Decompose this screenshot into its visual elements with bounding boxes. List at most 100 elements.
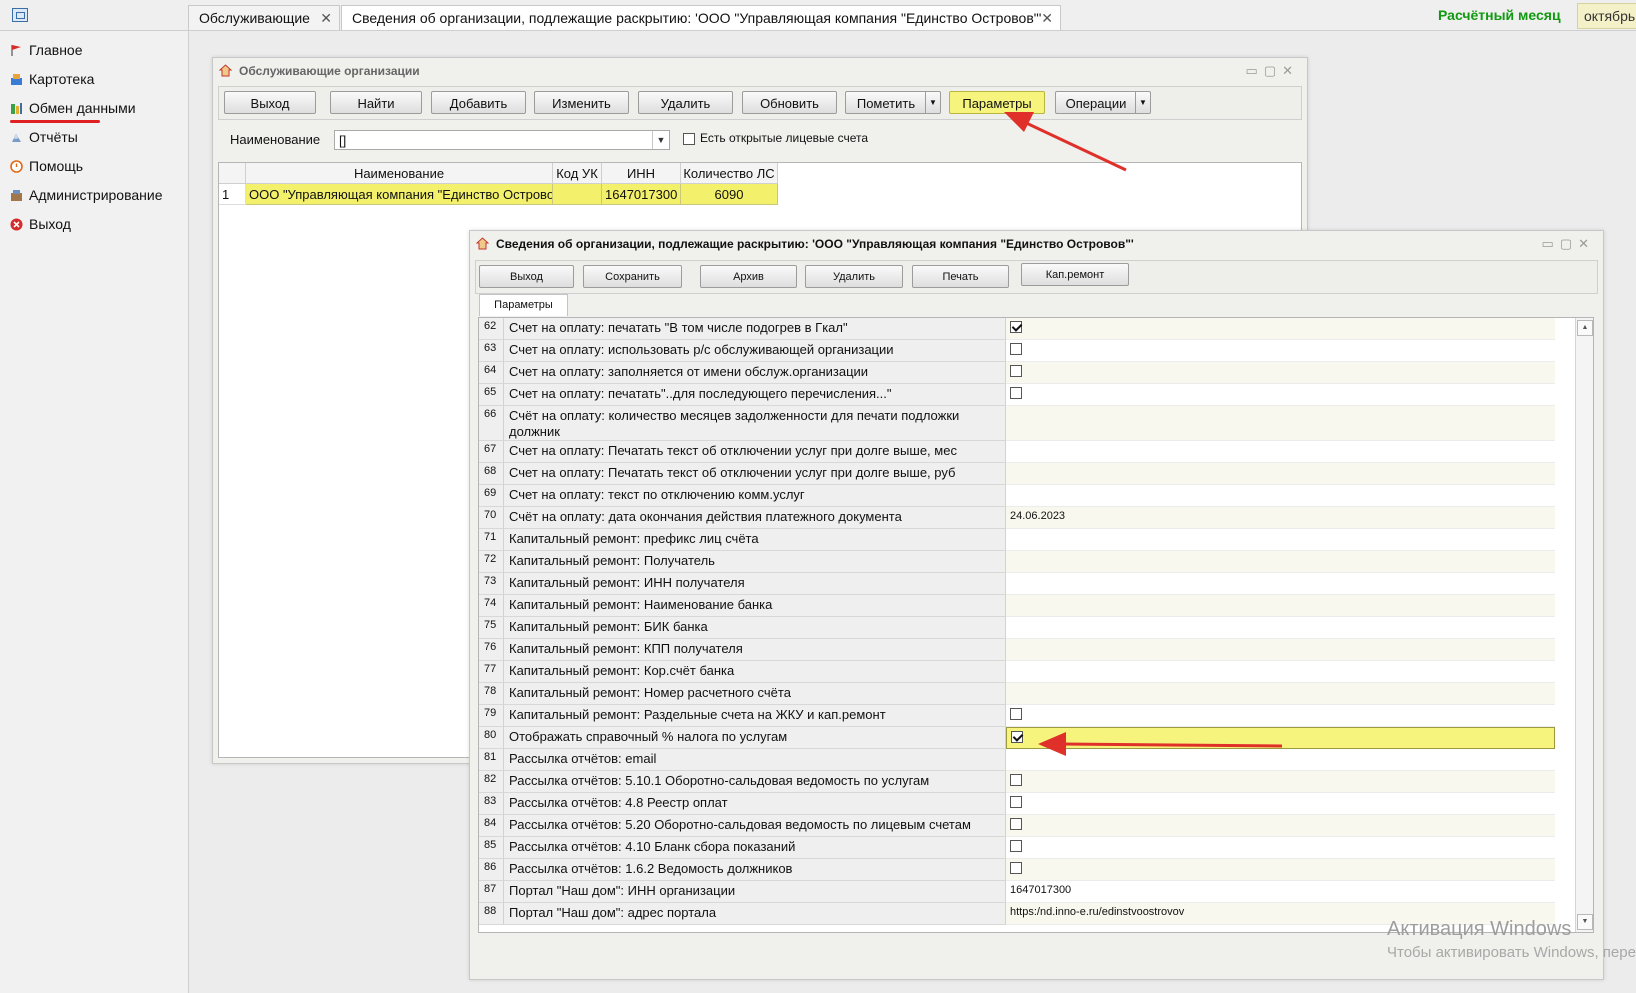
- parameter-checkbox[interactable]: [1010, 708, 1022, 720]
- delete-button[interactable]: Удалить: [805, 265, 903, 288]
- parameter-value[interactable]: 24.06.2023: [1006, 507, 1555, 529]
- delete-button[interactable]: Удалить: [638, 91, 733, 114]
- parameter-name: Капитальный ремонт: ИНН получателя: [504, 573, 1006, 595]
- parameter-name: Капитальный ремонт: Кор.счёт банка: [504, 661, 1006, 683]
- print-button[interactable]: Печать: [912, 265, 1009, 288]
- row-number: 65: [479, 384, 504, 406]
- home-icon: [219, 64, 232, 77]
- parameter-value[interactable]: [1006, 661, 1555, 683]
- sidebar-item-help[interactable]: Помощь: [10, 156, 83, 176]
- parameter-row: 78 Капитальный ремонт: Номер расчетного с…: [479, 683, 1575, 705]
- parameter-value[interactable]: [1006, 859, 1555, 881]
- table-cell-count[interactable]: 6090: [681, 184, 778, 205]
- parameter-value[interactable]: [1006, 406, 1555, 441]
- tab-parameters[interactable]: Параметры: [479, 294, 568, 316]
- parameter-checkbox[interactable]: [1011, 731, 1023, 743]
- parameters-grid: 62 Счет на оплату: печатать "В том числе …: [478, 317, 1594, 933]
- parameter-checkbox[interactable]: [1010, 796, 1022, 808]
- parameter-value[interactable]: [1006, 793, 1555, 815]
- toolbar: Выход Сохранить Архив Удалить Печать Кап…: [475, 260, 1598, 294]
- window-controls[interactable]: ▭▢✕: [1542, 236, 1595, 252]
- exit-button[interactable]: Выход: [479, 265, 574, 288]
- parameter-value[interactable]: [1006, 595, 1555, 617]
- parameter-value[interactable]: [1006, 617, 1555, 639]
- row-number: 66: [479, 406, 504, 441]
- sidebar-item-reports[interactable]: Отчёты: [10, 127, 78, 147]
- refresh-button[interactable]: Обновить: [742, 91, 837, 114]
- scroll-up-icon[interactable]: ▲: [1577, 320, 1593, 336]
- column-header[interactable]: Количество ЛС: [681, 163, 778, 184]
- sidebar-item-data-exchange[interactable]: Обмен данными: [10, 98, 136, 118]
- parameter-value[interactable]: [1006, 771, 1555, 793]
- vertical-scrollbar[interactable]: ▲ ▼: [1575, 318, 1593, 932]
- name-filter-combo[interactable]: [] ▼: [334, 130, 670, 150]
- parameter-value[interactable]: [1006, 340, 1555, 362]
- parameter-checkbox[interactable]: [1010, 818, 1022, 830]
- parameter-checkbox[interactable]: [1010, 862, 1022, 874]
- kap-remont-button[interactable]: Кап.ремонт: [1021, 263, 1129, 286]
- parameter-value[interactable]: [1006, 318, 1555, 340]
- parameter-value[interactable]: [1006, 705, 1555, 727]
- parameter-value[interactable]: [1006, 441, 1555, 463]
- chevron-down-icon[interactable]: ▼: [1135, 92, 1150, 113]
- operations-button[interactable]: Операции ▼: [1055, 91, 1151, 114]
- parameter-checkbox[interactable]: [1010, 840, 1022, 852]
- parameter-value[interactable]: [1006, 551, 1555, 573]
- sidebar-item-cards[interactable]: Картотека: [10, 69, 94, 89]
- table-cell-inn[interactable]: 1647017300: [602, 184, 681, 205]
- billing-month-value[interactable]: октябрь: [1577, 3, 1636, 29]
- parameter-value[interactable]: [1006, 573, 1555, 595]
- parameter-checkbox[interactable]: [1010, 321, 1022, 333]
- parameter-checkbox[interactable]: [1010, 365, 1022, 377]
- close-icon[interactable]: ✕: [320, 6, 332, 31]
- column-header[interactable]: Наименование: [246, 163, 553, 184]
- parameter-row: 70 Счёт на оплату: дата окончания действи…: [479, 507, 1575, 529]
- chevron-down-icon[interactable]: ▼: [925, 92, 940, 113]
- open-accounts-checkbox[interactable]: [683, 133, 695, 145]
- parameter-value[interactable]: [1006, 529, 1555, 551]
- sidebar-item-admin[interactable]: Администрирование: [10, 185, 163, 205]
- parameter-value[interactable]: [1006, 384, 1555, 406]
- parameter-name: Капитальный ремонт: Номер расчетного счё…: [504, 683, 1006, 705]
- parameter-value[interactable]: [1006, 362, 1555, 384]
- mark-button[interactable]: Пометить ▼: [845, 91, 941, 114]
- app-menu-icon[interactable]: [12, 8, 28, 22]
- parameter-checkbox[interactable]: [1010, 387, 1022, 399]
- row-number: 75: [479, 617, 504, 639]
- add-button[interactable]: Добавить: [431, 91, 526, 114]
- tab-disclosure-info[interactable]: Сведения об организации, подлежащие раск…: [341, 5, 1061, 30]
- parameter-value[interactable]: [1006, 485, 1555, 507]
- exit-button[interactable]: Выход: [224, 91, 316, 114]
- chevron-down-icon[interactable]: ▼: [652, 131, 669, 149]
- column-header[interactable]: ИНН: [602, 163, 681, 184]
- scroll-down-icon[interactable]: ▼: [1577, 914, 1593, 930]
- window-controls[interactable]: ▭▢✕: [1246, 63, 1299, 79]
- parameter-value[interactable]: [1006, 815, 1555, 837]
- column-header[interactable]: Код УК: [553, 163, 602, 184]
- parameter-value[interactable]: [1006, 727, 1555, 749]
- parameter-value[interactable]: [1006, 639, 1555, 661]
- sidebar-item-main[interactable]: Главное: [10, 40, 83, 60]
- parameter-value[interactable]: 1647017300: [1006, 881, 1555, 903]
- parameter-name: Счет на оплату: печатать "В том числе по…: [504, 318, 1006, 340]
- row-number-header: [219, 163, 246, 184]
- row-number: 79: [479, 705, 504, 727]
- edit-button[interactable]: Изменить: [534, 91, 629, 114]
- table-cell-code[interactable]: [553, 184, 602, 205]
- parameter-value[interactable]: [1006, 749, 1555, 771]
- params-button[interactable]: Параметры: [949, 91, 1045, 114]
- parameter-value[interactable]: [1006, 463, 1555, 485]
- tab-servicing[interactable]: Обслуживающие ✕: [188, 5, 340, 30]
- parameter-checkbox[interactable]: [1010, 774, 1022, 786]
- archive-button[interactable]: Архив: [700, 265, 797, 288]
- tab-label: Сведения об организации, подлежащие раск…: [352, 10, 1042, 26]
- parameter-checkbox[interactable]: [1010, 343, 1022, 355]
- find-button[interactable]: Найти: [330, 91, 422, 114]
- parameter-value[interactable]: [1006, 837, 1555, 859]
- save-button[interactable]: Сохранить: [583, 265, 682, 288]
- parameter-value[interactable]: [1006, 683, 1555, 705]
- sidebar-item-exit[interactable]: Выход: [10, 214, 71, 234]
- table-cell-name[interactable]: ООО "Управляющая компания "Единство Остр…: [246, 184, 553, 205]
- row-number: 81: [479, 749, 504, 771]
- close-icon[interactable]: ✕: [1041, 6, 1053, 31]
